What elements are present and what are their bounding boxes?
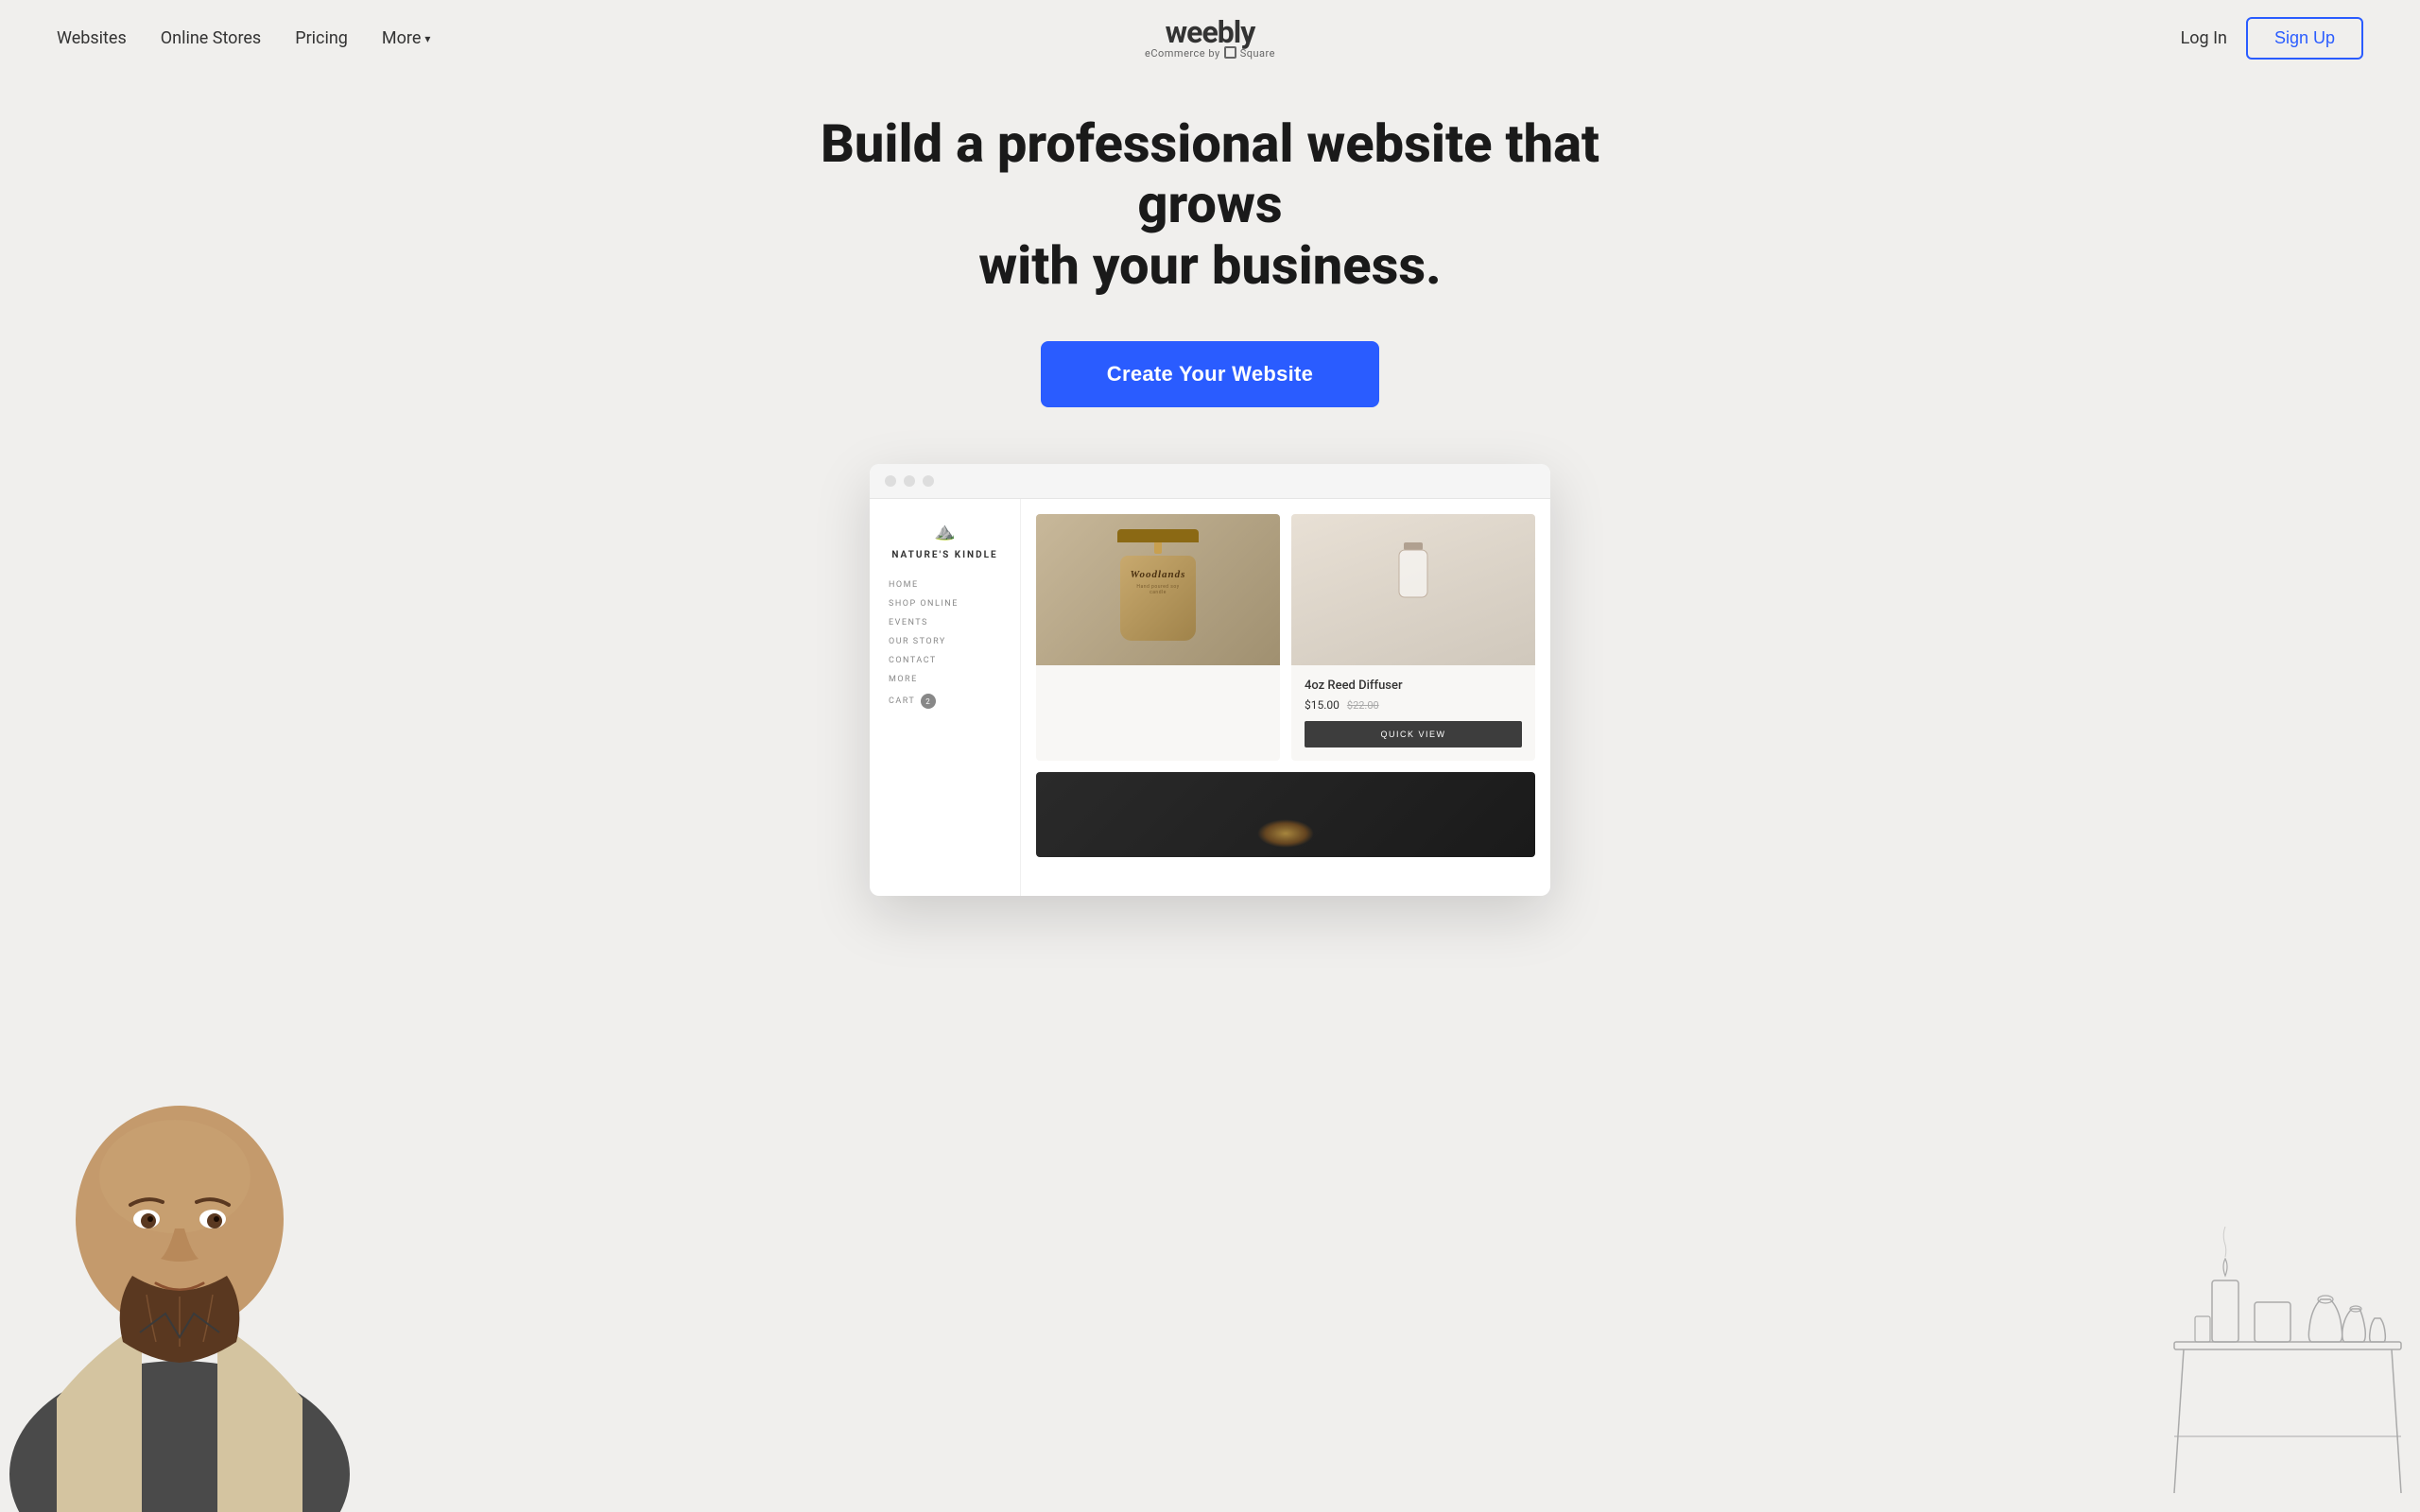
- product-card-bottom: [1036, 772, 1535, 857]
- product-diffuser-image: [1291, 514, 1535, 665]
- store-nav-shop[interactable]: SHOP ONLINE: [889, 599, 1001, 609]
- browser-content-area: ⛰️ NATURE'S KINDLE HOME SHOP ONLINE EVEN…: [870, 499, 1550, 896]
- store-sidebar: ⛰️ NATURE'S KINDLE HOME SHOP ONLINE EVEN…: [870, 499, 1021, 896]
- product-info-diffuser: 4oz Reed Diffuser $15.00 $22.00 QUICK VI…: [1291, 665, 1535, 761]
- product-card-candle: Woodlands Hand poured soy candle: [1036, 514, 1280, 761]
- store-nav-home[interactable]: HOME: [889, 580, 1001, 590]
- store-logo-icon: ⛰️: [889, 522, 1001, 541]
- product-name-label: 4oz Reed Diffuser: [1305, 679, 1522, 693]
- logo-subtext: eCommerce by Square: [1145, 47, 1275, 60]
- browser-dot-red: [885, 475, 896, 487]
- candle-glow-effect: [1257, 819, 1314, 848]
- cart-count-badge: 2: [921, 694, 936, 709]
- nav-online-stores[interactable]: Online Stores: [161, 28, 261, 48]
- browser-chrome-bar: [870, 464, 1550, 499]
- product-candle-image: Woodlands Hand poured soy candle: [1036, 514, 1280, 665]
- nav-more[interactable]: More ▾: [382, 28, 431, 48]
- store-logo-area: ⛰️ NATURE'S KINDLE: [889, 522, 1001, 561]
- store-products-grid: Woodlands Hand poured soy candle: [1021, 499, 1550, 896]
- browser-dot-green: [923, 475, 934, 487]
- product-prices: $15.00 $22.00: [1305, 698, 1522, 712]
- store-name-label: NATURE'S KINDLE: [891, 550, 997, 560]
- chevron-down-icon: ▾: [424, 32, 430, 45]
- nav-right-actions: Log In Sign Up: [2181, 17, 2363, 60]
- nav-links-left: Websites Online Stores Pricing More ▾: [57, 28, 430, 48]
- price-original: $22.00: [1347, 699, 1379, 712]
- right-illustration: [2155, 1134, 2420, 1512]
- square-icon: [1224, 46, 1236, 59]
- product-card-diffuser: 4oz Reed Diffuser $15.00 $22.00 QUICK VI…: [1291, 514, 1535, 761]
- hero-person-image: [0, 926, 359, 1512]
- browser-mockup: ⛰️ NATURE'S KINDLE HOME SHOP ONLINE EVEN…: [870, 464, 1550, 896]
- hero-section: Build a professional website that grows …: [0, 76, 2420, 1512]
- logo-wordmark: weebly: [1145, 17, 1275, 47]
- store-nav-story[interactable]: OUR STORY: [889, 637, 1001, 646]
- nav-pricing[interactable]: Pricing: [295, 28, 348, 48]
- weebly-logo[interactable]: weebly eCommerce by Square: [1145, 17, 1275, 60]
- quick-view-button[interactable]: QUICK VIEW: [1305, 721, 1522, 747]
- signup-button[interactable]: Sign Up: [2246, 17, 2363, 60]
- store-nav-events[interactable]: EVENTS: [889, 618, 1001, 627]
- browser-dot-yellow: [904, 475, 915, 487]
- store-nav-more[interactable]: MORE: [889, 675, 1001, 684]
- nav-websites[interactable]: Websites: [57, 28, 127, 48]
- create-website-button[interactable]: Create Your Website: [1041, 341, 1379, 407]
- price-current: $15.00: [1305, 698, 1340, 712]
- login-link[interactable]: Log In: [2181, 28, 2227, 48]
- store-nav-cart[interactable]: CART 2: [889, 694, 1001, 709]
- main-nav: Websites Online Stores Pricing More ▾ we…: [0, 0, 2420, 76]
- store-nav-contact[interactable]: CONTACT: [889, 656, 1001, 665]
- hero-headline: Build a professional website that grows …: [804, 113, 1616, 296]
